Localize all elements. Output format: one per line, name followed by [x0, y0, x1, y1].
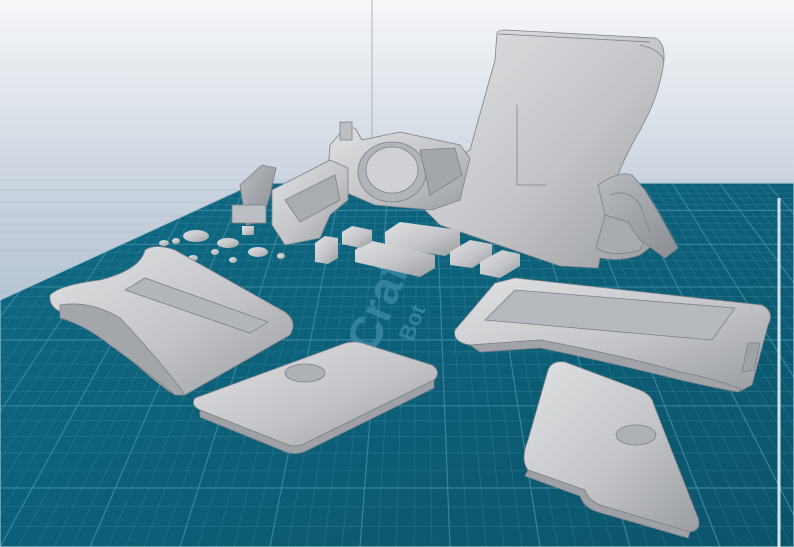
pin-1[interactable] [159, 240, 169, 246]
pin-2[interactable] [172, 238, 180, 244]
disc-3[interactable] [248, 247, 268, 257]
pin-4[interactable] [211, 249, 219, 255]
pin-6[interactable] [277, 253, 285, 259]
pin-5[interactable] [229, 257, 237, 263]
scene-canvas[interactable]: Craft Bot [0, 0, 794, 547]
pin-7[interactable] [242, 226, 254, 235]
3d-viewport[interactable]: Craft Bot [0, 0, 794, 547]
disc-2[interactable] [217, 238, 239, 248]
disc-1[interactable] [183, 230, 209, 242]
